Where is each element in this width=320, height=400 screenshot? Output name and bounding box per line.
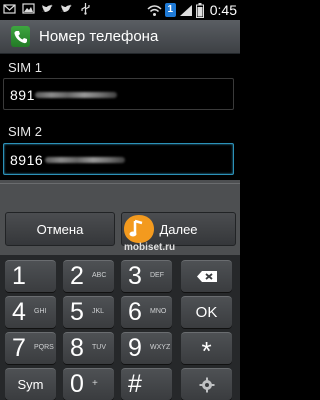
page-title: Номер телефона	[39, 28, 159, 45]
key-9[interactable]: 9 WXYZ	[121, 332, 172, 364]
sym-key-label: Sym	[17, 377, 44, 392]
sim1-label: SIM 1	[8, 60, 42, 75]
key-5[interactable]: 5 JKL	[63, 296, 114, 328]
key-6-letters: MNO	[150, 308, 167, 315]
numeric-keypad: 1 2 ABC 3 DEF 4 GHI 5 JKL 6 MNO OK 7 PQR…	[0, 255, 240, 400]
key-7[interactable]: 7 PQRS	[5, 332, 56, 364]
ok-key-label: OK	[195, 304, 218, 321]
cancel-button-label: Отмена	[36, 221, 84, 237]
image-icon	[22, 3, 35, 14]
gear-icon	[199, 377, 214, 392]
mail-icon	[3, 4, 16, 14]
key-3-label: 3	[128, 262, 142, 290]
key-0-label: 0	[70, 370, 84, 398]
title-bar: Номер телефона	[0, 20, 240, 54]
key-6-label: 6	[128, 298, 142, 326]
twitter-bird-icon	[42, 4, 53, 12]
watermark-text: mobiset.ru	[124, 242, 176, 253]
sim1-number-field[interactable]: 891	[3, 78, 234, 110]
settings-key[interactable]	[181, 368, 232, 400]
redacted-digits	[45, 157, 125, 163]
sim2-number-value: 8916	[10, 152, 44, 168]
status-bar: 1 0:45	[0, 0, 240, 20]
next-button-label: Далее	[159, 221, 198, 237]
hash-key-label: #	[128, 370, 142, 398]
key-0-plus: +	[92, 378, 98, 389]
key-8-label: 8	[70, 334, 84, 362]
star-key-label: *	[201, 336, 212, 366]
sim1-number-value: 891	[10, 87, 35, 103]
twitter-bird-icon	[61, 4, 72, 12]
key-5-letters: JKL	[92, 308, 105, 315]
sim-badge: 1	[164, 3, 176, 17]
redacted-digits	[35, 92, 117, 98]
key-3[interactable]: 3 DEF	[121, 260, 172, 292]
key-2-letters: ABC	[92, 272, 107, 279]
key-7-label: 7	[12, 334, 26, 362]
key-1-label: 1	[12, 262, 26, 290]
sim-numbers-form: SIM 1 891 SIM 2 8916	[0, 54, 240, 180]
phone-icon	[11, 26, 30, 47]
usb-icon	[81, 3, 90, 15]
ok-key[interactable]: OK	[181, 296, 232, 328]
key-4-letters: GHI	[34, 308, 47, 315]
key-4-label: 4	[12, 298, 26, 326]
clock: 0:45	[209, 2, 237, 18]
key-5-label: 5	[70, 298, 84, 326]
backspace-key[interactable]	[181, 260, 232, 292]
key-0[interactable]: 0 +	[63, 368, 114, 400]
battery-icon	[195, 2, 204, 18]
key-7-letters: PQRS	[34, 344, 54, 351]
key-2[interactable]: 2 ABC	[63, 260, 114, 292]
key-9-letters: WXYZ	[150, 344, 171, 351]
wifi-icon	[147, 4, 162, 16]
hash-key[interactable]: #	[121, 368, 172, 400]
key-4[interactable]: 4 GHI	[5, 296, 56, 328]
key-8[interactable]: 8 TUV	[63, 332, 114, 364]
key-9-label: 9	[128, 334, 142, 362]
sim2-number-field[interactable]: 8916	[3, 143, 234, 175]
key-2-label: 2	[70, 262, 84, 290]
sim2-label: SIM 2	[8, 124, 42, 139]
divider	[0, 183, 240, 184]
signal-icon	[179, 4, 192, 16]
key-6[interactable]: 6 MNO	[121, 296, 172, 328]
watermark-logo-icon	[124, 215, 154, 243]
cancel-button[interactable]: Отмена	[5, 212, 115, 246]
backspace-icon	[196, 271, 217, 282]
star-key[interactable]: *	[181, 332, 232, 366]
sym-key[interactable]: Sym	[5, 368, 56, 400]
key-1[interactable]: 1	[5, 260, 56, 292]
key-8-letters: TUV	[92, 344, 106, 351]
key-3-letters: DEF	[150, 272, 164, 279]
